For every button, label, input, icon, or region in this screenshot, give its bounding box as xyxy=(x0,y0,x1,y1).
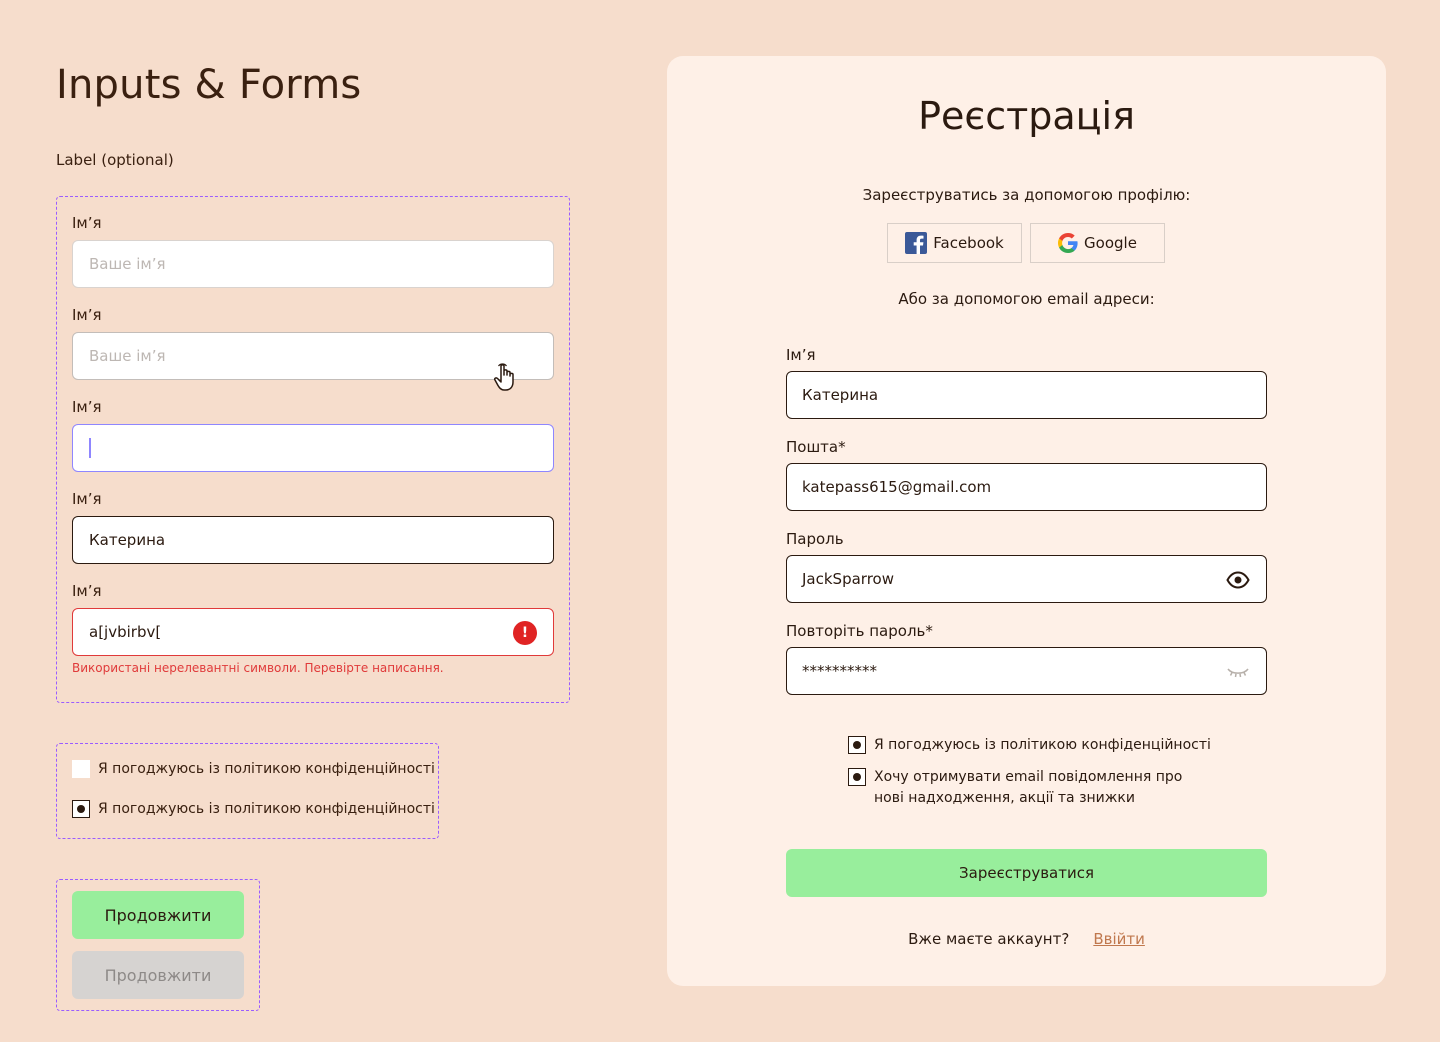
login-row: Вже маєте аккаунт? Ввійти xyxy=(667,930,1386,948)
have-account-text: Вже маєте аккаунт? xyxy=(908,930,1070,948)
checkbox-empty-icon[interactable] xyxy=(72,760,90,778)
reg-email-label: Пошта* xyxy=(786,438,846,456)
name-value: a[jvbirbv[ xyxy=(89,623,162,641)
name-input-default[interactable]: Ваше ім’я xyxy=(72,240,554,288)
name-label-hover: Ім’я xyxy=(72,306,102,324)
eye-closed-icon[interactable] xyxy=(1226,661,1250,687)
reg-password-repeat-value: ********** xyxy=(802,662,877,680)
reg-name-input[interactable]: Катерина xyxy=(786,371,1267,419)
reg-privacy-label: Я погоджуюсь із політикою конфіденційнос… xyxy=(874,737,1211,753)
name-label-filled: Ім’я xyxy=(72,490,102,508)
reg-password-input[interactable]: JackSparrow xyxy=(786,555,1267,603)
name-label-default: Ім’я xyxy=(72,214,102,232)
reg-email-value: katepass615@gmail.com xyxy=(802,478,992,496)
label-optional: Label (optional) xyxy=(56,151,174,169)
checkbox-checked-icon[interactable] xyxy=(72,800,90,818)
name-placeholder: Ваше ім’я xyxy=(89,255,166,273)
reg-name-value: Катерина xyxy=(802,386,879,404)
eye-icon[interactable] xyxy=(1226,569,1250,595)
privacy-checkbox-unchecked[interactable]: Я погоджуюсь із політикою конфіденційнос… xyxy=(72,760,435,778)
registration-title: Реєстрація xyxy=(918,94,1135,138)
reg-privacy-checkbox[interactable]: Я погоджуюсь із політикою конфіденційнос… xyxy=(848,735,1211,756)
error-icon: ! xyxy=(513,621,537,645)
login-link[interactable]: Ввійти xyxy=(1093,930,1145,948)
name-input-filled[interactable]: Катерина xyxy=(72,516,554,564)
continue-button-disabled: Продовжити xyxy=(72,951,244,999)
facebook-icon xyxy=(905,232,928,254)
name-input-error[interactable]: a[jvbirbv[ ! xyxy=(72,608,554,656)
reg-password-repeat-label: Повторіть пароль* xyxy=(786,622,933,640)
google-label: Google xyxy=(1084,234,1137,252)
facebook-button[interactable]: Facebook xyxy=(887,223,1022,263)
name-input-hover[interactable]: Ваше ім’я xyxy=(72,332,554,380)
social-prompt: Зареєструватись за допомогою профілю: xyxy=(862,186,1191,204)
checkbox-label: Я погоджуюсь із політикою конфіденційнос… xyxy=(98,801,435,817)
name-label-focus: Ім’я xyxy=(72,398,102,416)
reg-newsletter-checkbox[interactable]: Хочу отримувати email повідомлення про н… xyxy=(848,767,1182,809)
register-button[interactable]: Зареєструватися xyxy=(786,849,1267,897)
privacy-checkbox-checked[interactable]: Я погоджуюсь із політикою конфіденційнос… xyxy=(72,800,435,818)
google-button[interactable]: Google xyxy=(1030,223,1165,263)
name-input-focus[interactable] xyxy=(72,424,554,472)
checkboxes-group-outline xyxy=(56,743,439,839)
name-value: Катерина xyxy=(89,531,166,549)
newsletter-label-line2: нові надходження, акції та знижки xyxy=(874,790,1135,806)
checkbox-label: Я погоджуюсь із політикою конфіденційнос… xyxy=(98,761,435,777)
google-icon xyxy=(1058,233,1078,253)
facebook-label: Facebook xyxy=(933,234,1004,252)
newsletter-label-line1: Хочу отримувати email повідомлення про xyxy=(874,769,1183,785)
checkbox-checked-icon[interactable] xyxy=(848,736,866,754)
reg-email-input[interactable]: katepass615@gmail.com xyxy=(786,463,1267,511)
page-title: Inputs & Forms xyxy=(56,62,362,108)
email-prompt: Або за допомогою email адреси: xyxy=(898,290,1155,308)
error-message: Використані нерелевантні символи. Переві… xyxy=(72,661,444,675)
name-placeholder: Ваше ім’я xyxy=(89,347,166,365)
hand-pointer-icon xyxy=(492,362,518,396)
reg-password-value: JackSparrow xyxy=(802,570,894,588)
reg-name-label: Ім’я xyxy=(786,346,816,364)
continue-button[interactable]: Продовжити xyxy=(72,891,244,939)
reg-password-label: Пароль xyxy=(786,530,844,548)
checkbox-checked-icon[interactable] xyxy=(848,768,866,786)
reg-newsletter-label: Хочу отримувати email повідомлення про н… xyxy=(874,767,1182,809)
text-caret xyxy=(89,438,91,458)
name-label-error: Ім’я xyxy=(72,582,102,600)
reg-password-repeat-input[interactable]: ********** xyxy=(786,647,1267,695)
